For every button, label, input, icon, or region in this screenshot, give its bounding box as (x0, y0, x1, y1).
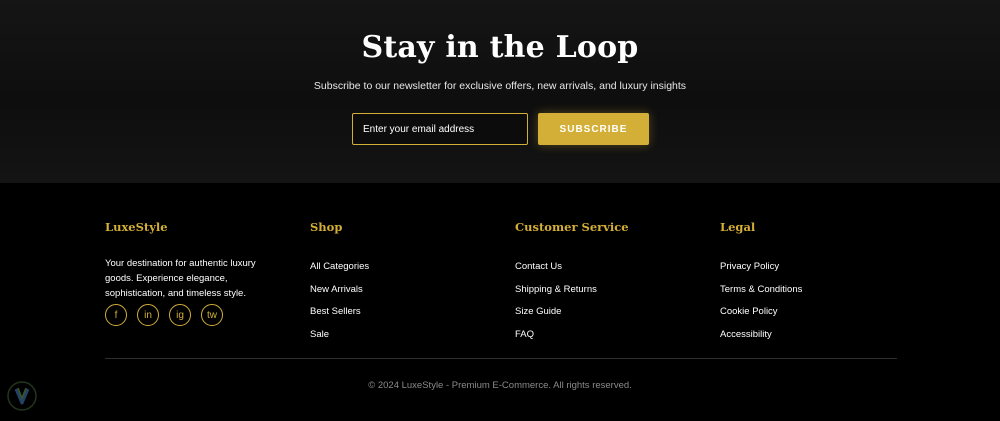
newsletter-title: Stay in the Loop (361, 30, 639, 65)
twitter-icon[interactable]: tw (201, 304, 223, 326)
footer-legal-heading: Legal (720, 220, 756, 234)
footer-brand-column: LuxeStyle Your destination for authentic… (105, 220, 270, 301)
link-privacy-policy[interactable]: Privacy Policy (720, 261, 779, 272)
subscribe-button[interactable]: SUBSCRIBE (538, 113, 649, 145)
link-all-categories[interactable]: All Categories (310, 261, 369, 272)
footer-customer-service-column: Customer Service Contact Us Shipping & R… (515, 220, 629, 346)
instagram-icon[interactable]: ig (169, 304, 191, 326)
footer-legal-column: Legal Privacy Policy Terms & Conditions … (720, 220, 802, 346)
list-item: All Categories (310, 256, 369, 279)
linkedin-icon[interactable]: in (137, 304, 159, 326)
facebook-icon[interactable]: f (105, 304, 127, 326)
newsletter-section: Stay in the Loop Subscribe to our newsle… (0, 0, 1000, 183)
footer-customer-service-heading: Customer Service (515, 220, 629, 234)
link-terms-conditions[interactable]: Terms & Conditions (720, 284, 802, 295)
footer-customer-service-links: Contact Us Shipping & Returns Size Guide… (515, 256, 629, 346)
list-item: Sale (310, 324, 369, 347)
link-faq[interactable]: FAQ (515, 329, 534, 340)
list-item: New Arrivals (310, 279, 369, 302)
footer-shop-column: Shop All Categories New Arrivals Best Se… (310, 220, 369, 346)
footer-shop-links: All Categories New Arrivals Best Sellers… (310, 256, 369, 346)
footer-legal-links: Privacy Policy Terms & Conditions Cookie… (720, 256, 802, 346)
email-input[interactable] (352, 113, 528, 145)
list-item: Accessibility (720, 324, 802, 347)
copyright-text: © 2024 LuxeStyle - Premium E-Commerce. A… (368, 380, 632, 391)
list-item: Terms & Conditions (720, 279, 802, 302)
footer-brand-heading: LuxeStyle (105, 220, 168, 234)
link-size-guide[interactable]: Size Guide (515, 306, 561, 317)
link-shipping-returns[interactable]: Shipping & Returns (515, 284, 597, 295)
link-best-sellers[interactable]: Best Sellers (310, 306, 361, 317)
footer-divider (105, 358, 897, 359)
link-accessibility[interactable]: Accessibility (720, 329, 772, 340)
page: Stay in the Loop Subscribe to our newsle… (0, 0, 1000, 421)
link-sale[interactable]: Sale (310, 329, 329, 340)
shield-logo-icon (7, 381, 37, 411)
list-item: Contact Us (515, 256, 629, 279)
list-item: Privacy Policy (720, 256, 802, 279)
link-cookie-policy[interactable]: Cookie Policy (720, 306, 778, 317)
newsletter-subtitle: Subscribe to our newsletter for exclusiv… (313, 80, 687, 92)
footer-shop-heading: Shop (310, 220, 343, 234)
link-contact-us[interactable]: Contact Us (515, 261, 562, 272)
link-new-arrivals[interactable]: New Arrivals (310, 284, 363, 295)
list-item: Best Sellers (310, 301, 369, 324)
list-item: Size Guide (515, 301, 629, 324)
list-item: Cookie Policy (720, 301, 802, 324)
list-item: Shipping & Returns (515, 279, 629, 302)
list-item: FAQ (515, 324, 629, 347)
social-links: f in ig tw (105, 304, 223, 326)
footer-brand-description: Your destination for authentic luxury go… (105, 258, 256, 299)
